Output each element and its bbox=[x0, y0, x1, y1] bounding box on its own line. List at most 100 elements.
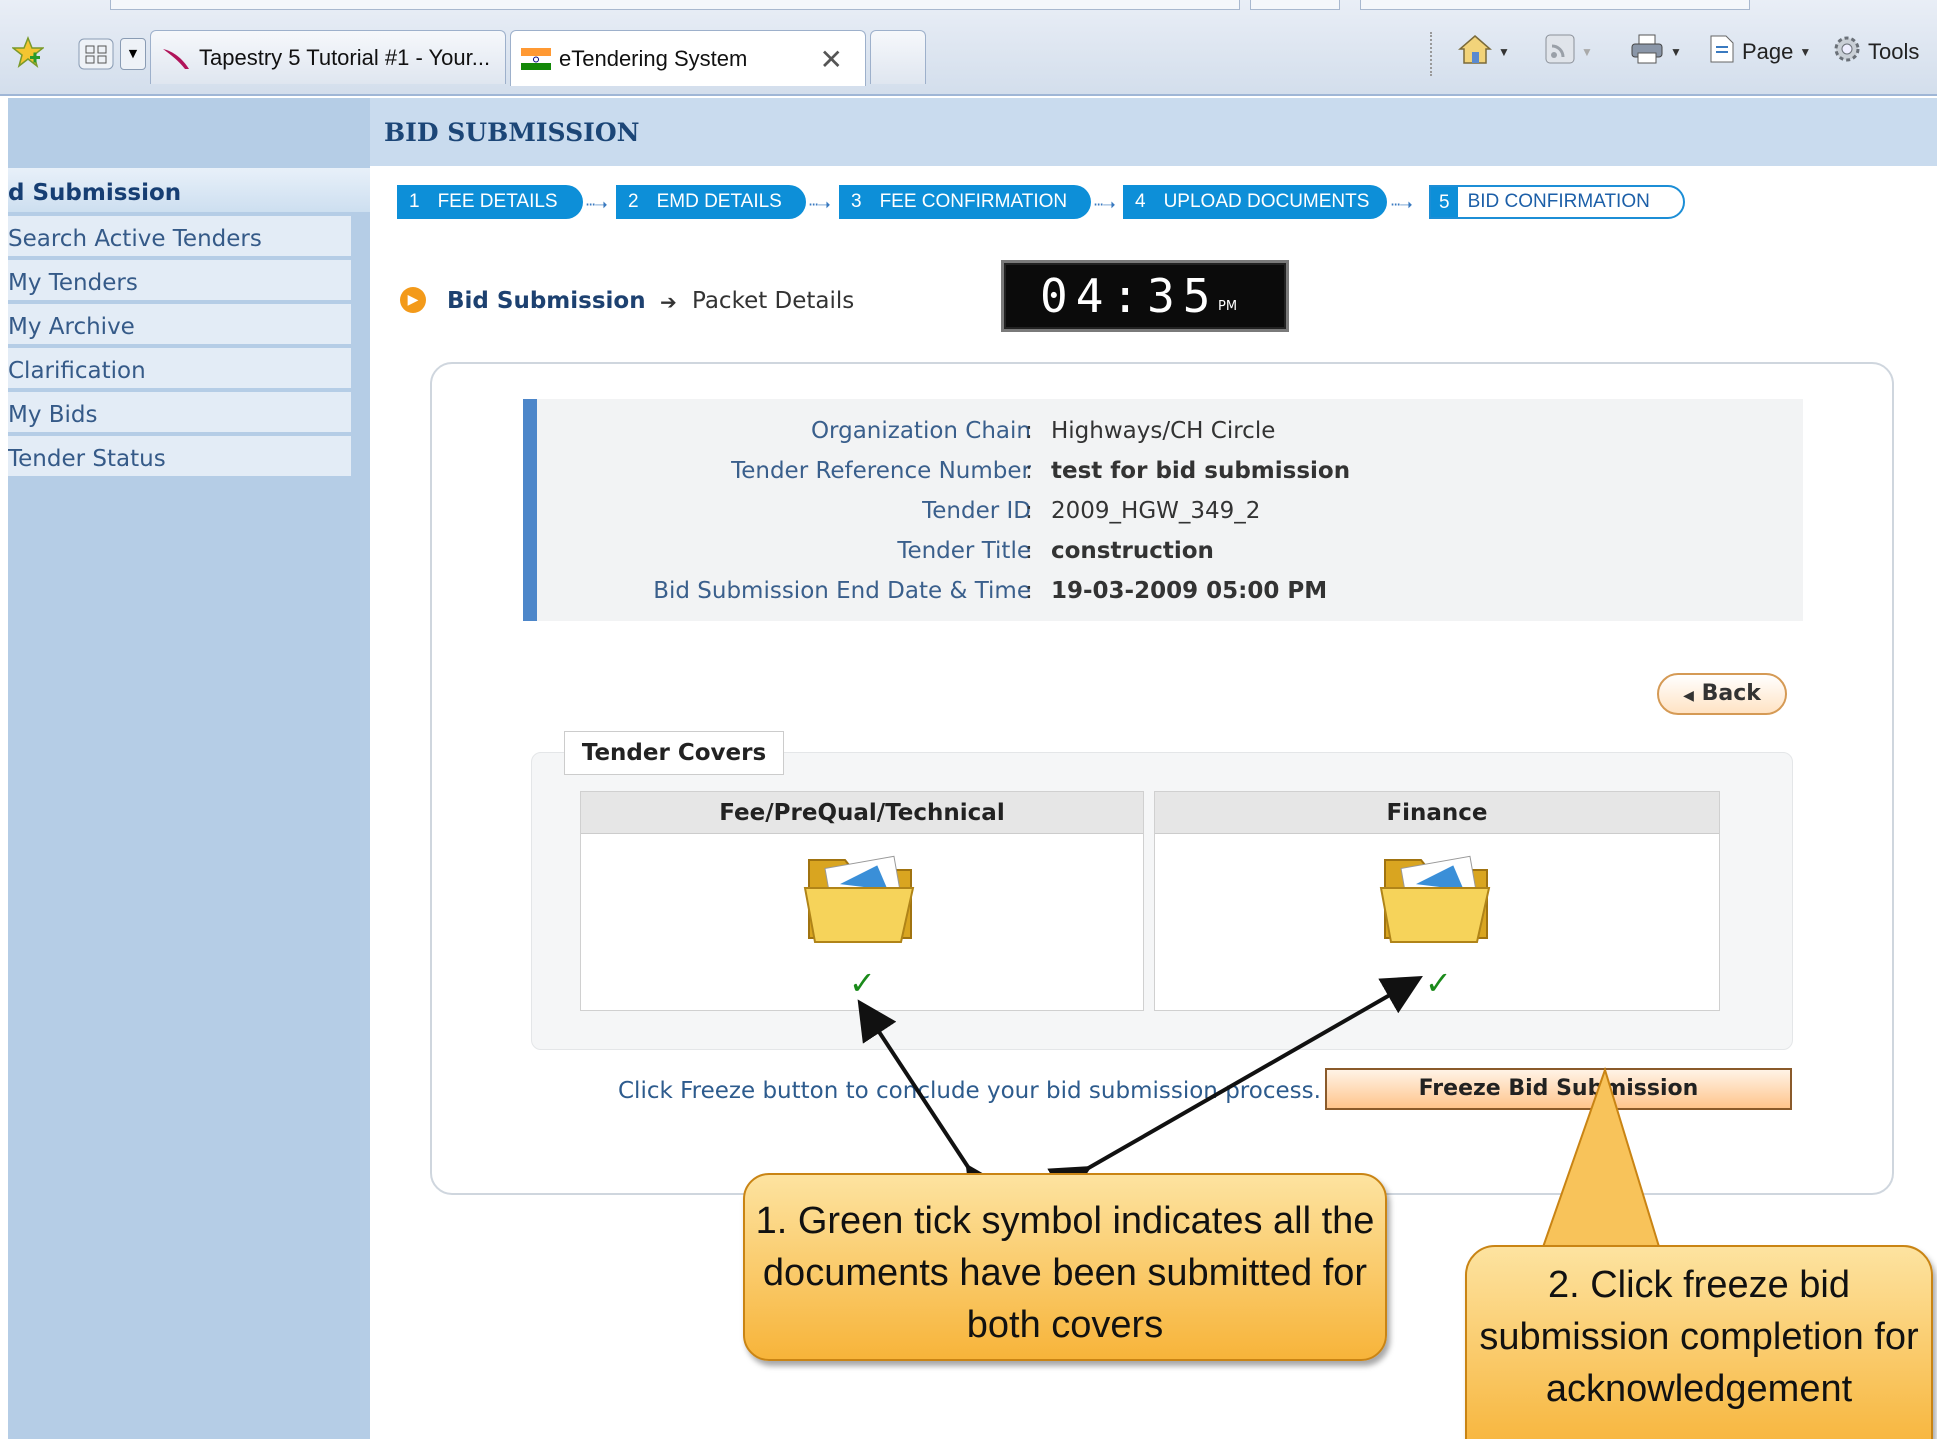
step-fee-details[interactable]: 1 FEE DETAILS bbox=[397, 185, 583, 219]
detail-label: Tender ID bbox=[922, 498, 1031, 524]
detail-value: test for bid submission bbox=[1051, 458, 1351, 484]
folder-icon[interactable] bbox=[801, 840, 925, 948]
annotation-callout-green-tick: 1. Green tick symbol indicates all the d… bbox=[743, 1173, 1387, 1361]
back-arrow-icon: ◀ bbox=[1683, 688, 1694, 704]
home-icon bbox=[1457, 33, 1493, 71]
sidebar-item-clarification[interactable]: Clarification bbox=[8, 348, 351, 390]
print-button[interactable]: ▼ bbox=[1630, 30, 1682, 74]
detail-row-tender-title: Tender Title : construction bbox=[523, 538, 1803, 576]
tab-tapestry[interactable]: Tapestry 5 Tutorial #1 - Your... bbox=[150, 30, 506, 84]
step-label: EMD DETAILS bbox=[656, 191, 782, 212]
detail-row-organization-chain: Organization Chain : Highways/CH Circle bbox=[523, 418, 1803, 456]
refresh-stop-buttons[interactable] bbox=[1250, 0, 1340, 10]
freeze-instruction: Click Freeze button to conclude your bid… bbox=[618, 1078, 1321, 1104]
detail-colon: : bbox=[1025, 458, 1033, 484]
page-title: BID SUBMISSION bbox=[384, 118, 640, 147]
detail-colon: : bbox=[1025, 578, 1033, 604]
annotation-callout-freeze: 2. Click freeze bid submission completio… bbox=[1465, 1245, 1933, 1439]
breadcrumb-current: Bid Submission bbox=[447, 288, 646, 314]
quick-tabs-icon[interactable] bbox=[78, 38, 114, 74]
tender-covers-legend: Tender Covers bbox=[564, 731, 784, 775]
clock-ampm: PM bbox=[1218, 299, 1238, 314]
back-button[interactable]: ◀ Back bbox=[1657, 673, 1787, 715]
detail-colon: : bbox=[1025, 418, 1033, 444]
checkmark-icon: ✓ bbox=[1425, 964, 1452, 1002]
cover-title: Fee/PreQual/Technical bbox=[581, 792, 1143, 834]
sidebar: d Submission Search Active Tenders My Te… bbox=[8, 98, 370, 1439]
india-flag-icon bbox=[521, 46, 551, 72]
back-label: Back bbox=[1701, 681, 1761, 706]
detail-label: Organization Chain bbox=[810, 418, 1031, 444]
detail-colon: : bbox=[1025, 538, 1033, 564]
step-label: FEE CONFIRMATION bbox=[879, 191, 1068, 212]
detail-row-end-date: Bid Submission End Date & Time : 19-03-2… bbox=[523, 578, 1803, 616]
step-emd-details[interactable]: 2 EMD DETAILS bbox=[616, 185, 806, 219]
sidebar-item-my-tenders[interactable]: My Tenders bbox=[8, 260, 351, 302]
step-separator-arrow-icon: ···➝ bbox=[585, 195, 608, 214]
step-label: FEE DETAILS bbox=[437, 191, 558, 212]
sidebar-item-tender-status[interactable]: Tender Status bbox=[8, 436, 351, 478]
step-label: UPLOAD DOCUMENTS bbox=[1163, 191, 1370, 212]
page-icon bbox=[1708, 34, 1736, 70]
cover-title: Finance bbox=[1155, 792, 1719, 834]
tools-gear-icon bbox=[1832, 34, 1862, 70]
step-label: BID CONFIRMATION bbox=[1467, 191, 1650, 212]
step-number: 3 bbox=[851, 191, 862, 212]
print-icon bbox=[1630, 33, 1664, 71]
breadcrumb-next: Packet Details bbox=[692, 288, 855, 314]
detail-label: Tender Reference Number bbox=[731, 458, 1031, 484]
detail-row-tender-reference: Tender Reference Number : test for bid s… bbox=[523, 458, 1803, 496]
sidebar-header[interactable]: d Submission bbox=[8, 168, 370, 212]
feeds-button[interactable]: ▼ bbox=[1545, 30, 1593, 74]
cover-fee-prequal-technical[interactable]: Fee/PreQual/Technical ✓ bbox=[580, 791, 1144, 1011]
favorites-star-icon[interactable] bbox=[10, 35, 46, 72]
bullet-arrow-icon: ▶ bbox=[400, 287, 426, 313]
detail-value: 2009_HGW_349_2 bbox=[1051, 498, 1261, 524]
home-button[interactable]: ▼ bbox=[1457, 30, 1510, 74]
search-bar[interactable] bbox=[1360, 0, 1750, 10]
detail-value: construction bbox=[1051, 538, 1214, 564]
step-number: 5 bbox=[1431, 187, 1458, 217]
address-bar[interactable] bbox=[110, 0, 1240, 10]
detail-label: Tender Title bbox=[897, 538, 1031, 564]
sidebar-item-my-archive[interactable]: My Archive bbox=[8, 304, 351, 346]
detail-row-tender-id: Tender ID : 2009_HGW_349_2 bbox=[523, 498, 1803, 536]
detail-label: Bid Submission End Date & Time bbox=[653, 578, 1031, 604]
step-fee-confirmation[interactable]: 3 FEE CONFIRMATION bbox=[839, 185, 1091, 219]
new-tab[interactable] bbox=[870, 30, 926, 84]
step-bid-confirmation[interactable]: 5 BID CONFIRMATION bbox=[1429, 185, 1685, 219]
tab-etendering[interactable]: eTendering System ✕ bbox=[510, 30, 866, 86]
page-menu[interactable]: Page ▼ bbox=[1708, 30, 1811, 74]
feeds-icon bbox=[1545, 34, 1575, 70]
breadcrumb-arrow-icon: ➔ bbox=[660, 290, 677, 314]
tab-label: eTendering System bbox=[559, 45, 748, 71]
step-number: 2 bbox=[628, 191, 639, 212]
detail-value: 19-03-2009 05:00 PM bbox=[1051, 578, 1328, 604]
checkmark-icon: ✓ bbox=[849, 964, 876, 1002]
tools-menu[interactable]: Tools bbox=[1832, 30, 1919, 74]
digital-clock: 04:35 PM bbox=[1001, 260, 1289, 332]
step-upload-documents[interactable]: 4 UPLOAD DOCUMENTS bbox=[1123, 185, 1387, 219]
tapestry-feather-icon bbox=[161, 45, 191, 71]
close-tab-icon[interactable]: ✕ bbox=[820, 43, 843, 76]
step-number: 4 bbox=[1135, 191, 1146, 212]
folder-icon[interactable] bbox=[1377, 840, 1501, 948]
cover-finance[interactable]: Finance ✓ bbox=[1154, 791, 1720, 1011]
freeze-bid-submission-button[interactable]: Freeze Bid Submission bbox=[1325, 1068, 1792, 1110]
step-separator-arrow-icon: ···➝ bbox=[1093, 195, 1116, 214]
tools-menu-label: Tools bbox=[1868, 39, 1920, 64]
screen: { "browser": { "tabs": [ {"label": "Tape… bbox=[0, 0, 1937, 1439]
step-separator-arrow-icon: ···➝ bbox=[808, 195, 831, 214]
browser-chrome: ▼ Tapestry 5 Tutorial #1 - Your... eTend… bbox=[0, 0, 1937, 96]
sidebar-item-search-active-tenders[interactable]: Search Active Tenders bbox=[8, 216, 351, 258]
step-number: 1 bbox=[409, 191, 420, 212]
toolbar-separator bbox=[1430, 32, 1432, 76]
detail-value: Highways/CH Circle bbox=[1051, 418, 1276, 444]
page-menu-label: Page bbox=[1742, 39, 1794, 64]
tab-list-dropdown-icon[interactable]: ▼ bbox=[120, 38, 146, 70]
tab-label: Tapestry 5 Tutorial #1 - Your... bbox=[199, 44, 491, 70]
page-header: BID SUBMISSION bbox=[370, 98, 1937, 166]
detail-colon: : bbox=[1025, 498, 1033, 524]
sidebar-item-my-bids[interactable]: My Bids bbox=[8, 392, 351, 434]
step-separator-arrow-icon: ···➝ bbox=[1390, 195, 1413, 214]
